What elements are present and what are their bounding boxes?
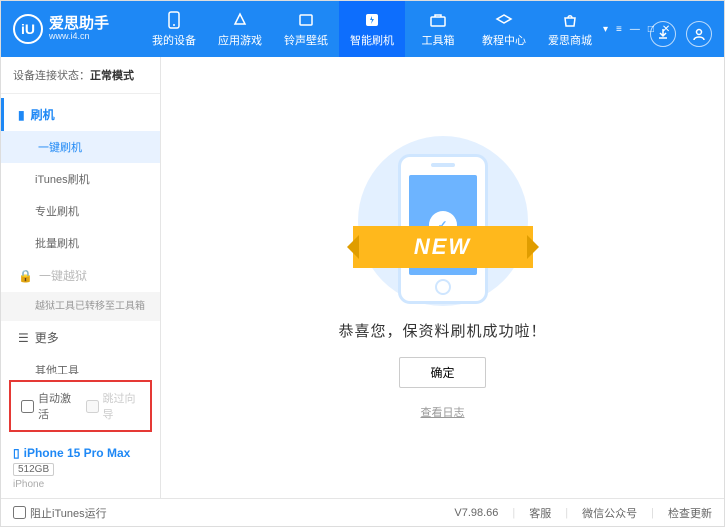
main-content: ✓ NEW 恭喜您，保资料刷机成功啦！ 确定 查看日志 xyxy=(161,57,724,498)
app-title: 爱思助手 xyxy=(49,16,109,33)
sidebar-item-itunes[interactable]: iTunes刷机 xyxy=(1,163,160,195)
phone-icon xyxy=(165,11,183,29)
sidebar-group-flash[interactable]: ▮ 刷机 xyxy=(1,98,160,131)
footer-wechat[interactable]: 微信公众号 xyxy=(582,505,637,521)
nav-my-device[interactable]: 我的设备 xyxy=(141,1,207,57)
nav-toolbox[interactable]: 工具箱 xyxy=(405,1,471,57)
sidebar-item-oneclick[interactable]: 一键刷机 xyxy=(1,131,160,163)
nav-ringtone[interactable]: 铃声壁纸 xyxy=(273,1,339,57)
sidebar: 设备连接状态：正常模式 ▮ 刷机 一键刷机 iTunes刷机 专业刷机 批量刷机… xyxy=(1,57,161,498)
nav-tutorials[interactable]: 教程中心 xyxy=(471,1,537,57)
footer: 阻止iTunes运行 V7.98.66 | 客服 | 微信公众号 | 检查更新 xyxy=(1,498,724,526)
user-button[interactable] xyxy=(686,21,712,47)
sidebar-item-othertools[interactable]: 其他工具 xyxy=(1,354,160,374)
nav-label: 教程中心 xyxy=(482,32,526,48)
nav-smart-flash[interactable]: 智能刷机 xyxy=(339,1,405,57)
skin-icon[interactable]: ≡ xyxy=(616,24,622,35)
flash-icon xyxy=(363,11,381,29)
device-info: ▯ iPhone 15 Pro Max 512GB iPhone xyxy=(1,438,160,498)
nav-label: 智能刷机 xyxy=(350,32,394,48)
header: iU 爱思助手 www.i4.cn 我的设备 应用游戏 铃声壁纸 智能刷机 工具… xyxy=(1,1,724,57)
app-subtitle: www.i4.cn xyxy=(49,32,109,42)
download-button[interactable] xyxy=(650,21,676,47)
skip-wizard-checkbox[interactable]: 跳过向导 xyxy=(86,390,141,422)
menu-icon[interactable]: ▾ xyxy=(603,24,608,35)
activation-options: 自动激活 跳过向导 xyxy=(9,380,152,432)
apps-icon xyxy=(231,11,249,29)
minimize-icon[interactable]: — xyxy=(630,24,640,35)
footer-update[interactable]: 检查更新 xyxy=(668,505,712,521)
block-itunes-checkbox[interactable]: 阻止iTunes运行 xyxy=(13,505,107,521)
top-nav: 我的设备 应用游戏 铃声壁纸 智能刷机 工具箱 教程中心 爱思商城 xyxy=(141,1,603,57)
device-name[interactable]: ▯ iPhone 15 Pro Max xyxy=(13,446,148,460)
sidebar-group-more[interactable]: ☰ 更多 xyxy=(1,321,160,354)
success-message: 恭喜您，保资料刷机成功啦！ xyxy=(338,320,546,341)
hat-icon xyxy=(495,11,513,29)
jailbreak-note: 越狱工具已转移至工具箱 xyxy=(1,292,160,321)
nav-label: 爱思商城 xyxy=(548,32,592,48)
phone-tiny-icon: ▯ xyxy=(13,446,20,460)
lock-icon: 🔒 xyxy=(18,269,33,283)
store-icon xyxy=(561,11,579,29)
device-storage: 512GB xyxy=(13,463,54,476)
nav-label: 工具箱 xyxy=(422,32,455,48)
auto-activate-checkbox[interactable]: 自动激活 xyxy=(21,390,76,422)
phone-small-icon: ▮ xyxy=(18,108,25,122)
sidebar-item-pro[interactable]: 专业刷机 xyxy=(1,195,160,227)
toolbox-icon xyxy=(429,11,447,29)
logo-area: iU 爱思助手 www.i4.cn xyxy=(1,14,141,44)
view-log-link[interactable]: 查看日志 xyxy=(421,404,465,420)
menu-lines-icon: ☰ xyxy=(18,331,29,345)
new-ribbon: NEW xyxy=(353,226,533,268)
nav-label: 应用游戏 xyxy=(218,32,262,48)
success-illustration: ✓ NEW xyxy=(343,136,543,306)
image-icon xyxy=(297,11,315,29)
nav-apps[interactable]: 应用游戏 xyxy=(207,1,273,57)
sidebar-item-batch[interactable]: 批量刷机 xyxy=(1,227,160,259)
ok-button[interactable]: 确定 xyxy=(399,357,485,388)
sidebar-group-jailbreak: 🔒 一键越狱 xyxy=(1,259,160,292)
logo-icon: iU xyxy=(13,14,43,44)
version-label: V7.98.66 xyxy=(454,507,498,519)
footer-support[interactable]: 客服 xyxy=(529,505,551,521)
connection-status: 设备连接状态：正常模式 xyxy=(1,57,160,94)
nav-store[interactable]: 爱思商城 xyxy=(537,1,603,57)
nav-label: 我的设备 xyxy=(152,32,196,48)
nav-label: 铃声壁纸 xyxy=(284,32,328,48)
device-type: iPhone xyxy=(13,479,148,490)
